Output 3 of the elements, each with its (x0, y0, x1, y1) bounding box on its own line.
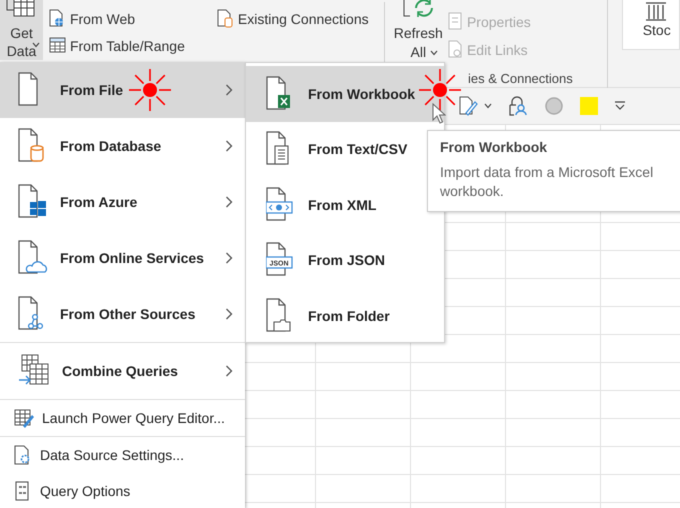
tooltip-title: From Workbook (440, 139, 548, 155)
tooltip-description: Import data from a Microsoft Excel workbook. (440, 163, 654, 201)
group-label: ies & Connections (468, 71, 573, 86)
